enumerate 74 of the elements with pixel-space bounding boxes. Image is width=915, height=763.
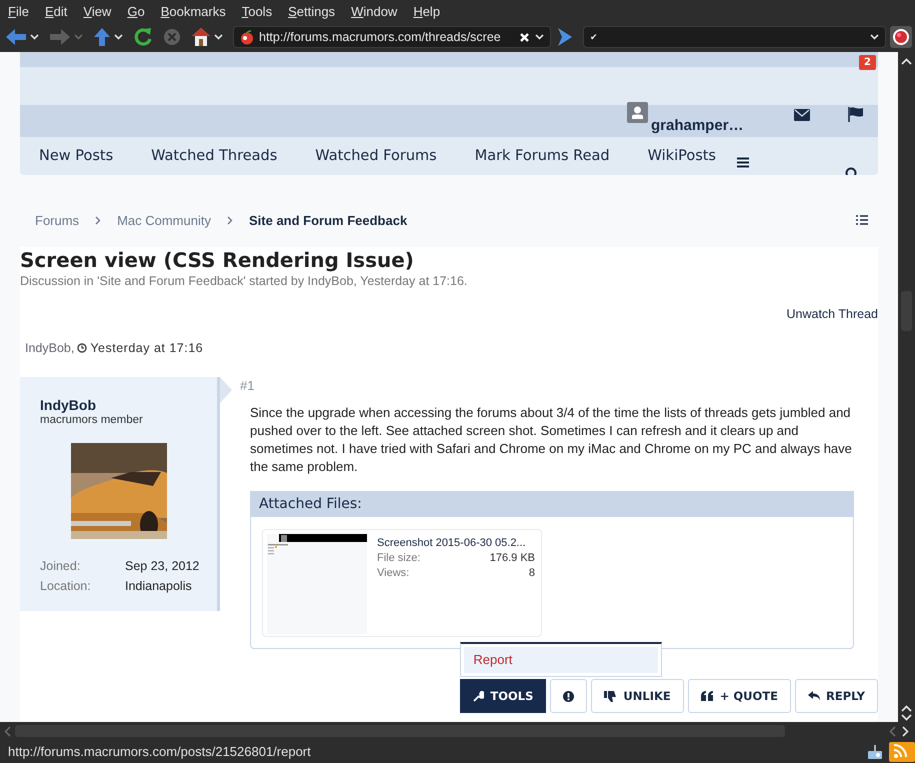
tools-button[interactable]: TOOLS [460,679,546,713]
search-field[interactable]: ✔ [583,26,886,48]
list-icon[interactable] [856,215,868,225]
back-arrow-icon[interactable] [5,28,27,46]
scroll-left-icon[interactable] [4,726,11,736]
menu-item[interactable]: Edit [36,4,76,18]
envelope-icon[interactable] [794,109,810,121]
menu-item[interactable]: File [0,4,37,18]
go-arrow-icon[interactable] [555,27,573,47]
apple-icon [240,30,254,44]
flag-icon[interactable] [848,107,864,122]
pointer-arrow-icon [220,377,232,403]
thread-title: Screen view (CSS Rendering Issue) [20,247,415,272]
quote-button[interactable]: + QUOTE [688,679,791,713]
breadcrumb-link[interactable]: Forums [35,212,80,228]
clock-icon [77,343,88,353]
chevron-icon [95,216,102,224]
nav-link[interactable]: Watched Forums [296,148,456,164]
breadcrumb-link[interactable]: Site and Forum Feedback [248,212,408,228]
post-time[interactable]: Yesterday at 17:16 [90,340,204,356]
home-icon[interactable] [191,27,211,47]
menu-item[interactable]: Tools [234,4,280,18]
status-text: http://forums.macrumors.com/posts/21526801/report [8,744,311,759]
breadcrumb-link[interactable]: Mac Community [117,212,211,228]
stat-value: 8 [528,566,535,581]
unlike-button[interactable]: UNLIKE [591,679,684,713]
username[interactable]: grahamper… [651,117,744,134]
search-icon[interactable] [845,167,859,175]
nav-link[interactable]: Mark Forums Read [456,148,629,164]
nav-link[interactable]: New Posts [20,148,132,164]
stat-value: 176.9 KB [490,551,535,566]
report-button[interactable] [550,679,588,713]
stat-label: Joined: [40,559,82,573]
exclamation-icon [563,690,574,702]
scroll-arrows-icon[interactable] [901,705,912,721]
author-link[interactable]: IndyBob, [25,340,74,356]
stat-value: Sep 23, 2012 [125,559,200,573]
file-name[interactable]: Screenshot 2015-06-30 05.2... [377,536,535,551]
up-arrow-icon[interactable] [93,27,111,47]
thread-description: Discussion in 'Site and Forum Feedback' started by IndyBob, Yesterday at 17:16. [20,274,468,289]
notification-badge[interactable]: 2 [859,55,876,70]
thumbs-down-icon [604,690,618,702]
stat-label: File size: [377,551,420,566]
quote-icon [700,691,714,701]
reply-button[interactable]: REPLY [794,679,878,713]
menu-item[interactable]: View [75,4,120,18]
address-field[interactable]: http://forums.macrumors.com/threads/scree [233,26,551,48]
clear-icon[interactable] [519,32,530,42]
user-title: macrumors member [40,414,144,427]
attachments-heading: Attached Files: [251,491,853,517]
menu-icon[interactable] [737,156,749,168]
menu-item[interactable]: Settings [280,4,344,18]
menu-item[interactable]: Go [119,4,153,18]
nav-link[interactable]: WikiPosts [628,148,735,164]
scroll-up-icon[interactable] [901,58,912,66]
reply-arrow-icon [808,691,820,701]
unwatch-link[interactable]: Unwatch Thread [786,306,878,322]
menu-item[interactable]: Help [405,4,448,18]
network-icon[interactable] [867,744,883,760]
menu-item[interactable]: Report [464,647,658,673]
menu-item[interactable]: Window [343,4,406,18]
post-text: Since the upgrade when accessing the forums about 3/4 of the time the lists of threads gets jumbled and pushed over to the left. See attached screen shot. Sometimes I can refresh and it clears up and sometimes not. I have tried with Safari and Chrome on my iMac and Chrome on my PC and always have the same problem. [250,404,853,476]
address-text: http://forums.macrumors.com/threads/scree [259,30,501,44]
user-icon[interactable] [627,102,648,123]
chevron-icon [226,216,233,224]
menu-item[interactable]: Bookmarks [152,4,234,18]
stat-label: Location: [40,579,92,593]
stat-value: Indianapolis [125,579,193,593]
stat-label: Views: [377,566,410,581]
rss-icon[interactable] [889,742,915,762]
wrench-icon [473,690,484,702]
nav-link[interactable]: Watched Threads [132,148,296,164]
user-name[interactable]: IndyBob [40,397,217,414]
reload-icon[interactable] [133,27,153,47]
